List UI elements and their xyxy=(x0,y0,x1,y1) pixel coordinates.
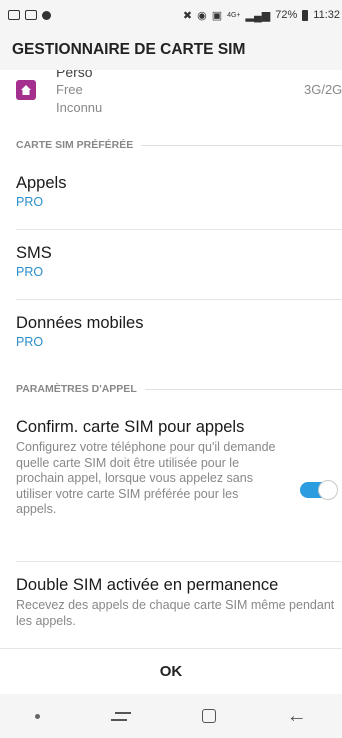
app-header: GESTIONNAIRE DE CARTE SIM xyxy=(0,30,342,70)
confirm-sim-toggle[interactable] xyxy=(300,480,338,500)
settings-list[interactable]: Perso Free Inconnu 3G/2G CARTE SIM PRÉFÉ… xyxy=(16,70,342,648)
signal-icon: ▂▄▆ xyxy=(245,9,271,22)
section-title: CARTE SIM PRÉFÉRÉE xyxy=(16,139,134,151)
mute-icon: ✖ xyxy=(182,9,193,22)
pref-item-sms[interactable]: SMS PRO xyxy=(16,230,342,300)
divider xyxy=(144,388,342,390)
battery-icon xyxy=(302,9,309,21)
setting-title: Confirm. carte SIM pour appels xyxy=(16,418,245,436)
sim-status: Inconnu xyxy=(56,100,103,115)
clock: 11:32 xyxy=(313,9,340,21)
ok-bar: OK xyxy=(0,648,342,694)
image-notification-icon xyxy=(8,10,20,20)
navigation-bar: ← xyxy=(0,694,342,738)
alarm-icon: ◉ xyxy=(197,9,207,22)
status-left-icons xyxy=(8,10,51,20)
pref-item-value: PRO xyxy=(16,265,44,279)
battery-percentage: 72% xyxy=(275,9,298,21)
dual-sim-always-on-setting[interactable]: Double SIM activée en permanence Recevez… xyxy=(16,562,342,648)
divider xyxy=(141,144,342,146)
sim-card-row[interactable]: Perso Free Inconnu 3G/2G xyxy=(16,70,342,126)
pref-item-mobile-data[interactable]: Données mobiles PRO xyxy=(16,300,342,370)
nfc-icon: ▣ xyxy=(211,9,223,22)
network-type-label: 4G+ xyxy=(227,11,241,19)
back-arrow-icon[interactable]: ← xyxy=(287,706,307,726)
pref-item-label: SMS xyxy=(16,244,52,262)
pref-item-label: Données mobiles xyxy=(16,314,144,332)
accessibility-icon xyxy=(42,10,51,20)
setting-description: Recevez des appels de chaque carte SIM m… xyxy=(16,598,335,628)
home-button-icon[interactable] xyxy=(201,709,216,723)
page-title: GESTIONNAIRE DE CARTE SIM xyxy=(12,41,246,58)
ok-button[interactable]: OK xyxy=(160,663,183,680)
setting-description: Configurez votre téléphone pour qu'il de… xyxy=(16,440,276,516)
section-title: PARAMÈTRES D'APPEL xyxy=(16,383,137,395)
status-right-icons: ✖ ◉ ▣ 4G+ ▂▄▆ 72% 11:32 xyxy=(183,9,340,22)
nav-dot-icon[interactable] xyxy=(35,713,41,719)
pref-item-calls[interactable]: Appels PRO xyxy=(16,160,342,230)
sim-carrier: Free xyxy=(56,82,83,97)
toggle-thumb xyxy=(318,480,338,500)
pref-item-value: PRO xyxy=(16,335,44,349)
setting-title: Double SIM activée en permanence xyxy=(16,576,279,594)
pref-item-value: PRO xyxy=(16,195,44,209)
section-header-call-settings: PARAMÈTRES D'APPEL xyxy=(16,374,342,404)
sim-network-mode: 3G/2G xyxy=(304,82,342,97)
section-header-preferred-sim: CARTE SIM PRÉFÉRÉE xyxy=(16,130,342,160)
gallery-notification-icon xyxy=(25,10,37,20)
status-bar: ✖ ◉ ▣ 4G+ ▂▄▆ 72% 11:32 xyxy=(0,0,342,30)
confirm-sim-for-calls-setting[interactable]: Confirm. carte SIM pour appels Configure… xyxy=(16,404,342,562)
recent-apps-icon[interactable] xyxy=(111,711,132,721)
pref-item-label: Appels xyxy=(16,174,67,192)
sim-card-name: Perso xyxy=(56,70,93,80)
home-icon xyxy=(16,80,36,100)
